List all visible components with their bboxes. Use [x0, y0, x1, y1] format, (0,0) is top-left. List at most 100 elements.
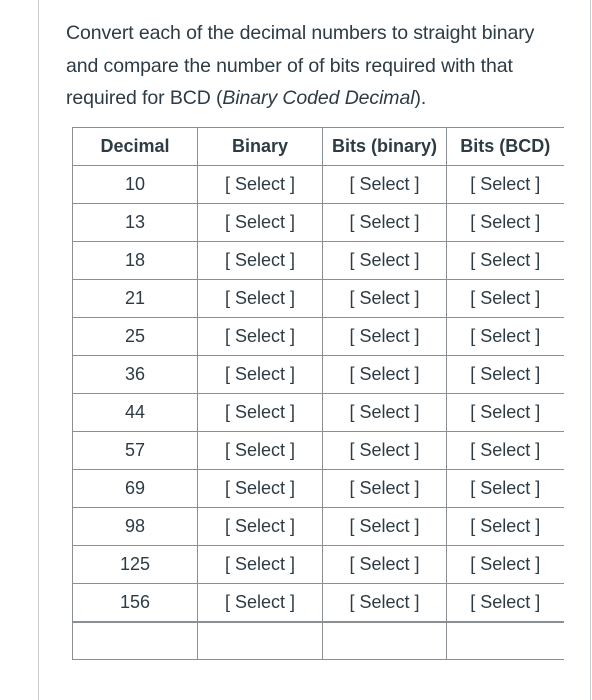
binary-select-dropdown-cell[interactable]: [ Select ] [197, 431, 323, 470]
bits-binary-select-dropdown[interactable]: [ Select ] [349, 402, 419, 422]
bits-binary-select-dropdown-cell[interactable]: [ Select ] [322, 203, 447, 242]
bits-binary-select-dropdown[interactable]: [ Select ] [349, 516, 419, 536]
bits-bcd-select-dropdown-cell[interactable]: [ Select ] [446, 545, 564, 584]
bits-binary-select-dropdown-cell[interactable]: [ Select ] [322, 317, 447, 356]
bits-bcd-select-dropdown[interactable]: [ Select ] [470, 174, 540, 194]
bits-bcd-select-dropdown-cell[interactable]: [ Select ] [446, 507, 564, 546]
bits-bcd-select-dropdown-cell[interactable]: [ Select ] [446, 241, 564, 280]
decimal-value: 13 [124, 212, 146, 232]
bits-binary-select-dropdown[interactable]: [ Select ] [349, 174, 419, 194]
bits-bcd-select-dropdown[interactable]: [ Select ] [470, 592, 540, 612]
bits-bcd-select-dropdown-cell[interactable]: [ Select ] [446, 203, 564, 242]
bits-binary-select-dropdown[interactable]: [ Select ] [349, 250, 419, 270]
binary-select-dropdown[interactable]: [ Select ] [225, 440, 295, 460]
bits-bcd-select-dropdown[interactable]: [ Select ] [470, 478, 540, 498]
bits-binary-select-dropdown-cell[interactable]: [ Select ] [322, 241, 447, 280]
content-frame-left-border [38, 0, 39, 700]
binary-select-dropdown[interactable]: [ Select ] [225, 402, 295, 422]
bits-binary-select-dropdown-cell[interactable]: [ Select ] [322, 431, 447, 470]
bits-bcd-select-dropdown-cell[interactable]: [ Select ] [446, 165, 564, 204]
bits-binary-select-dropdown-cell[interactable]: [ Select ] [322, 165, 447, 204]
bits-bcd-select-dropdown-cell[interactable]: [ Select ] [446, 583, 564, 623]
question-text-italic: Binary Coded Decimal [222, 87, 415, 109]
binary-select-dropdown[interactable]: [ Select ] [225, 516, 295, 536]
table-row: 25 [ Select ] [ Select ] [ Select ] [72, 317, 564, 356]
binary-select-dropdown-cell[interactable]: [ Select ] [197, 203, 323, 242]
decimal-value: 98 [124, 516, 146, 536]
table-row: 21 [ Select ] [ Select ] [ Select ] [72, 279, 564, 318]
bits-binary-select-dropdown-cell[interactable]: [ Select ] [322, 355, 447, 394]
header-decimal: Decimal [72, 127, 198, 166]
table-row: 44 [ Select ] [ Select ] [ Select ] [72, 393, 564, 432]
bits-binary-select-dropdown[interactable]: [ Select ] [349, 326, 419, 346]
table-row: 98 [ Select ] [ Select ] [ Select ] [72, 507, 564, 546]
bits-binary-select-dropdown[interactable]: [ Select ] [349, 554, 419, 574]
bits-binary-select-dropdown-cell[interactable]: [ Select ] [322, 469, 447, 508]
decimal-value-cell: 18 [72, 241, 198, 280]
bits-bcd-select-dropdown[interactable]: [ Select ] [470, 440, 540, 460]
bits-binary-select-dropdown[interactable]: [ Select ] [349, 212, 419, 232]
decimal-value-cell: 36 [72, 355, 198, 394]
bits-bcd-select-dropdown[interactable]: [ Select ] [470, 364, 540, 384]
bits-bcd-select-dropdown-cell[interactable]: [ Select ] [446, 355, 564, 394]
binary-select-dropdown-cell[interactable]: [ Select ] [197, 317, 323, 356]
header-bits-binary: Bits (binary) [322, 127, 447, 166]
binary-select-dropdown[interactable]: [ Select ] [225, 364, 295, 384]
bits-binary-select-dropdown[interactable]: [ Select ] [349, 592, 419, 612]
decimal-value-cell: 25 [72, 317, 198, 356]
binary-select-dropdown-cell[interactable]: [ Select ] [197, 507, 323, 546]
bits-bcd-select-dropdown[interactable]: [ Select ] [470, 250, 540, 270]
bits-bcd-select-dropdown[interactable]: [ Select ] [470, 212, 540, 232]
decimal-value-cell: 69 [72, 469, 198, 508]
empty-cell [322, 621, 447, 660]
binary-select-dropdown[interactable]: [ Select ] [225, 288, 295, 308]
bits-binary-select-dropdown-cell[interactable]: [ Select ] [322, 545, 447, 584]
decimal-value: 18 [124, 250, 146, 270]
binary-select-dropdown[interactable]: [ Select ] [225, 174, 295, 194]
empty-table-row [72, 621, 564, 660]
bits-bcd-select-dropdown-cell[interactable]: [ Select ] [446, 279, 564, 318]
bits-bcd-select-dropdown-cell[interactable]: [ Select ] [446, 469, 564, 508]
bits-binary-select-dropdown-cell[interactable]: [ Select ] [322, 393, 447, 432]
bits-binary-select-dropdown[interactable]: [ Select ] [349, 364, 419, 384]
binary-select-dropdown-cell[interactable]: [ Select ] [197, 583, 323, 623]
decimal-value: 21 [124, 288, 146, 308]
binary-select-dropdown[interactable]: [ Select ] [225, 212, 295, 232]
bits-bcd-select-dropdown[interactable]: [ Select ] [470, 516, 540, 536]
bits-bcd-select-dropdown-cell[interactable]: [ Select ] [446, 393, 564, 432]
binary-select-dropdown[interactable]: [ Select ] [225, 478, 295, 498]
decimal-value-cell: 10 [72, 165, 198, 204]
binary-select-dropdown[interactable]: [ Select ] [225, 326, 295, 346]
binary-select-dropdown-cell[interactable]: [ Select ] [197, 545, 323, 584]
bits-bcd-select-dropdown[interactable]: [ Select ] [470, 402, 540, 422]
bits-bcd-select-dropdown[interactable]: [ Select ] [470, 288, 540, 308]
binary-select-dropdown[interactable]: [ Select ] [225, 592, 295, 612]
bits-binary-select-dropdown-cell[interactable]: [ Select ] [322, 507, 447, 546]
empty-cell [197, 621, 323, 660]
bits-binary-select-dropdown[interactable]: [ Select ] [349, 288, 419, 308]
question-text: Convert each of the decimal numbers to s… [66, 17, 566, 115]
binary-select-dropdown[interactable]: [ Select ] [225, 250, 295, 270]
binary-select-dropdown-cell[interactable]: [ Select ] [197, 469, 323, 508]
table-row: 69 [ Select ] [ Select ] [ Select ] [72, 469, 564, 508]
decimal-value: 10 [124, 174, 146, 194]
binary-select-dropdown-cell[interactable]: [ Select ] [197, 165, 323, 204]
binary-select-dropdown-cell[interactable]: [ Select ] [197, 279, 323, 318]
bits-bcd-select-dropdown-cell[interactable]: [ Select ] [446, 431, 564, 470]
bits-binary-select-dropdown[interactable]: [ Select ] [349, 478, 419, 498]
binary-select-dropdown[interactable]: [ Select ] [225, 554, 295, 574]
bits-binary-select-dropdown-cell[interactable]: [ Select ] [322, 583, 447, 623]
table-row: 57 [ Select ] [ Select ] [ Select ] [72, 431, 564, 470]
table-row: 125 [ Select ] [ Select ] [ Select ] [72, 545, 564, 584]
binary-select-dropdown-cell[interactable]: [ Select ] [197, 393, 323, 432]
bits-binary-select-dropdown[interactable]: [ Select ] [349, 440, 419, 460]
bits-bcd-select-dropdown[interactable]: [ Select ] [470, 554, 540, 574]
question-text-end: ). [414, 87, 427, 109]
bits-bcd-select-dropdown-cell[interactable]: [ Select ] [446, 317, 564, 356]
bits-bcd-select-dropdown[interactable]: [ Select ] [470, 326, 540, 346]
bits-binary-select-dropdown-cell[interactable]: [ Select ] [322, 279, 447, 318]
decimal-value-cell: 21 [72, 279, 198, 318]
decimal-value-cell: 13 [72, 203, 198, 242]
binary-select-dropdown-cell[interactable]: [ Select ] [197, 241, 323, 280]
binary-select-dropdown-cell[interactable]: [ Select ] [197, 355, 323, 394]
